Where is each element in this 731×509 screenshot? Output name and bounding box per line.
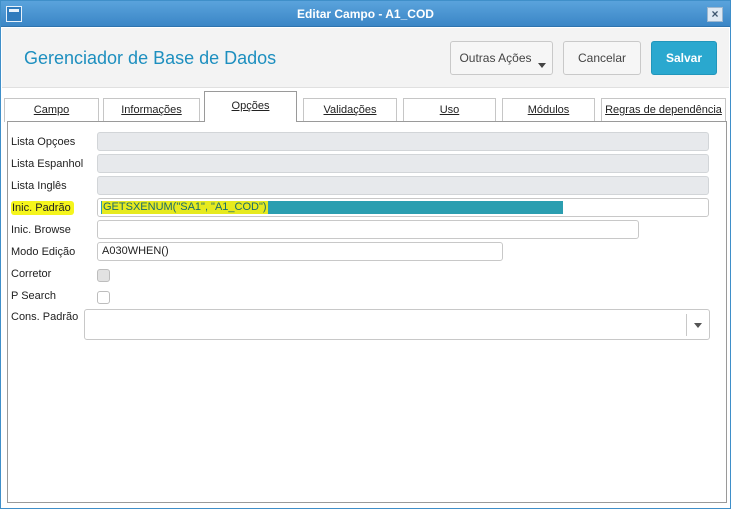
lista-opcoes-field[interactable]	[97, 132, 709, 151]
outras-acoes-label: Outras Ações	[459, 51, 532, 65]
corretor-label: Corretor	[11, 268, 52, 280]
inic-padrao-field[interactable]: GETSXENUM("SA1", "A1_COD")	[97, 198, 709, 217]
inic-browse-field[interactable]	[97, 220, 639, 239]
inic-padrao-label: Inic. Padrão	[11, 201, 74, 215]
cons-padrao-select[interactable]	[84, 309, 710, 340]
close-icon[interactable]: ×	[707, 7, 723, 22]
tab-campo[interactable]: Campo	[4, 98, 99, 122]
corretor-checkbox[interactable]	[97, 269, 110, 282]
chevron-down-icon	[538, 63, 546, 68]
tab-modulos[interactable]: Módulos	[502, 98, 595, 122]
lista-espanhol-field[interactable]	[97, 154, 709, 173]
tab-informacoes[interactable]: Informações	[103, 98, 200, 122]
cons-padrao-label: Cons. Padrão	[11, 311, 79, 323]
tab-uso[interactable]: Uso	[403, 98, 496, 122]
tab-regras-dependencia[interactable]: Regras de dependência	[601, 98, 726, 122]
tab-bar: Campo Informações Opções Validações Uso …	[2, 89, 729, 122]
p-search-checkbox[interactable]	[97, 291, 110, 304]
save-button[interactable]: Salvar	[651, 41, 717, 75]
modo-edicao-label: Modo Edição	[11, 246, 76, 258]
cancel-button[interactable]: Cancelar	[563, 41, 641, 75]
page-title: Gerenciador de Base de Dados	[24, 48, 277, 68]
tab-opcoes[interactable]: Opções	[204, 91, 297, 122]
window-title: Editar Campo - A1_COD	[297, 7, 434, 21]
inic-browse-label: Inic. Browse	[11, 224, 71, 236]
edit-field-window: Editar Campo - A1_COD × Gerenciador de B…	[0, 0, 731, 509]
lista-opcoes-label: Lista Opçoes	[11, 136, 76, 148]
inic-padrao-value: GETSXENUM("SA1", "A1_COD")	[102, 201, 268, 214]
lista-ingles-label: Lista Inglês	[11, 180, 67, 192]
options-panel: Lista Opçoes Lista Espanhol Lista Inglês…	[7, 121, 727, 503]
modo-edicao-field[interactable]: A030WHEN()	[97, 242, 503, 261]
outras-acoes-button[interactable]: Outras Ações	[450, 41, 553, 75]
lista-ingles-field[interactable]	[97, 176, 709, 195]
chevron-down-icon[interactable]	[694, 323, 702, 328]
header: Gerenciador de Base de Dados Outras Açõe…	[2, 28, 729, 88]
title-bar: Editar Campo - A1_COD ×	[1, 1, 730, 27]
lista-espanhol-label: Lista Espanhol	[11, 158, 84, 170]
inic-padrao-label-wrap: Inic. Padrão	[11, 201, 74, 215]
p-search-label: P Search	[11, 290, 57, 302]
combo-divider	[686, 314, 687, 336]
tab-validacoes[interactable]: Validações	[303, 98, 397, 122]
